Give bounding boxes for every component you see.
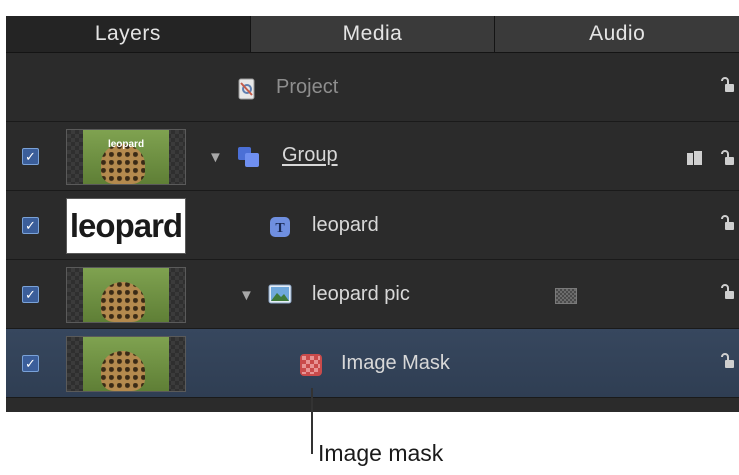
layer-label: Group <box>282 144 338 166</box>
layer-row-group[interactable]: ✓ leopard ▼ Group <box>6 122 739 191</box>
group-icon <box>237 146 259 167</box>
text-layer-icon: T <box>269 216 290 237</box>
mask-status-icon[interactable] <box>555 288 577 304</box>
layer-thumbnail: leopard <box>66 129 186 185</box>
image-layer-icon <box>268 284 292 304</box>
layer-row-project[interactable]: Project <box>6 53 739 122</box>
layer-thumbnail <box>66 336 186 392</box>
layer-row-image-mask[interactable]: ✓ Image Mask <box>6 329 739 398</box>
layer-visibility-checkbox[interactable]: ✓ <box>22 217 39 234</box>
layer-visibility-checkbox[interactable]: ✓ <box>22 355 39 372</box>
layer-label: Project <box>276 76 339 98</box>
callout-label: Image mask <box>318 440 444 466</box>
disclosure-triangle-icon[interactable]: ▼ <box>239 288 254 303</box>
lock-icon[interactable] <box>719 353 735 369</box>
tab-bar: Layers Media Audio <box>6 16 739 53</box>
tab-layers[interactable]: Layers <box>6 16 251 52</box>
layer-thumbnail <box>66 267 186 323</box>
lock-icon[interactable] <box>719 150 735 166</box>
layer-stack-icon[interactable] <box>687 151 703 165</box>
thumbnail-caption: leopard <box>107 139 145 150</box>
layers-panel: Layers Media Audio Project ✓ leopard ▼ G… <box>6 16 739 412</box>
lock-icon[interactable] <box>719 284 735 300</box>
layer-row-leopard-pic[interactable]: ✓ ▼ leopard pic <box>6 260 739 329</box>
layer-label: Image Mask <box>341 352 450 374</box>
image-mask-icon <box>299 353 323 377</box>
tab-audio[interactable]: Audio <box>495 16 739 52</box>
project-icon <box>238 78 256 100</box>
disclosure-triangle-icon[interactable]: ▼ <box>208 150 223 165</box>
lock-icon[interactable] <box>719 215 735 231</box>
layer-label: leopard <box>312 214 379 236</box>
layer-visibility-checkbox[interactable]: ✓ <box>22 148 39 165</box>
lock-icon[interactable] <box>719 77 735 93</box>
tab-media[interactable]: Media <box>251 16 496 52</box>
callout-line <box>311 388 313 454</box>
svg-text:T: T <box>275 221 285 236</box>
layer-row-leopard-text[interactable]: ✓ leopard T leopard <box>6 191 739 260</box>
layer-label: leopard pic <box>312 283 410 305</box>
thumbnail-text: leopard <box>69 207 183 244</box>
layer-thumbnail: leopard <box>66 198 186 254</box>
layer-visibility-checkbox[interactable]: ✓ <box>22 286 39 303</box>
